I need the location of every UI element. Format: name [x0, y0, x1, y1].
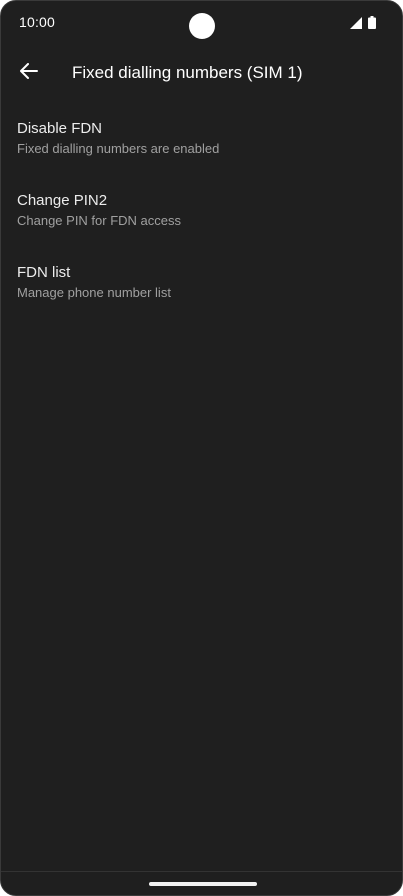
app-bar: Fixed dialling numbers (SIM 1)	[1, 45, 402, 101]
pref-summary: Fixed dialling numbers are enabled	[17, 141, 220, 156]
signal-icon	[350, 16, 362, 29]
pref-fdn-list[interactable]: FDN list Manage phone number list	[1, 249, 402, 321]
camera-cutout	[189, 13, 215, 39]
pref-change-pin2[interactable]: Change PIN2 Change PIN for FDN access	[1, 177, 402, 249]
pref-title: Disable FDN	[17, 120, 103, 137]
battery-icon	[368, 16, 376, 29]
status-time: 10:00	[19, 14, 56, 30]
status-bar: 10:00	[1, 1, 402, 45]
pref-title: FDN list	[17, 264, 71, 281]
preference-list: Disable FDN Fixed dialling numbers are e…	[1, 105, 402, 321]
back-button[interactable]	[15, 59, 43, 87]
page-title: Fixed dialling numbers (SIM 1)	[72, 63, 303, 82]
pref-summary: Manage phone number list	[17, 285, 171, 300]
pref-title: Change PIN2	[17, 192, 108, 209]
arrow-back-icon	[20, 62, 38, 84]
pref-summary: Change PIN for FDN access	[17, 213, 182, 228]
status-icons	[350, 16, 376, 29]
pref-disable-fdn[interactable]: Disable FDN Fixed dialling numbers are e…	[1, 105, 402, 177]
home-gesture-handle[interactable]	[149, 882, 257, 886]
navigation-bar	[1, 871, 402, 895]
phone-screen: 10:00 Fixed dialling numbers (SIM 1) Dis…	[0, 0, 403, 896]
